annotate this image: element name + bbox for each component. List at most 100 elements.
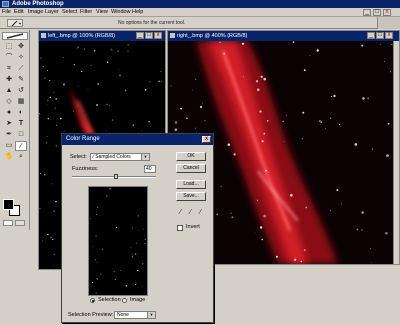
palette-well[interactable] bbox=[377, 17, 400, 29]
menu-image[interactable]: Image bbox=[28, 8, 43, 17]
hand-icon[interactable]: ✋ bbox=[3, 152, 15, 162]
star bbox=[55, 124, 58, 126]
document-icon bbox=[170, 33, 175, 39]
type-icon[interactable]: T bbox=[15, 119, 27, 129]
dialog-title[interactable]: Color Range bbox=[62, 134, 213, 145]
star bbox=[81, 70, 83, 73]
marquee-icon[interactable]: ⬚ bbox=[3, 42, 15, 52]
brush-icon[interactable]: ✎ bbox=[15, 75, 27, 85]
stamp-icon[interactable]: ▲ bbox=[3, 86, 15, 96]
star bbox=[302, 111, 305, 114]
eyedropper-plus-icon[interactable]: ⁄ bbox=[187, 209, 194, 217]
gradient-icon[interactable]: ▦ bbox=[15, 97, 27, 107]
blur-icon[interactable]: ● bbox=[3, 108, 15, 118]
star bbox=[361, 211, 364, 214]
image-radio[interactable] bbox=[122, 298, 127, 303]
select-dropdown[interactable]: ⁄ Sampled Colors ▼ bbox=[90, 153, 150, 161]
tool-preset-picker[interactable] bbox=[7, 19, 23, 27]
right-minimize-button[interactable]: _ bbox=[367, 32, 375, 39]
history-brush-icon[interactable]: ↺ bbox=[15, 86, 27, 96]
star bbox=[149, 81, 151, 83]
healing-icon[interactable]: ✚ bbox=[3, 75, 15, 85]
star bbox=[361, 44, 364, 47]
save-button[interactable]: Save... bbox=[176, 192, 206, 201]
vertical-scrollbar[interactable] bbox=[393, 41, 399, 264]
image-radio-label: Image bbox=[130, 297, 146, 303]
star bbox=[160, 80, 163, 82]
star bbox=[319, 120, 321, 122]
star bbox=[160, 70, 162, 72]
lasso-icon[interactable]: ⌒ bbox=[3, 53, 15, 63]
minimize-button[interactable]: _ bbox=[363, 9, 371, 16]
star bbox=[92, 282, 94, 284]
star bbox=[106, 195, 108, 197]
menu-filter[interactable]: Filter bbox=[80, 8, 92, 17]
dialog-close-button[interactable]: x bbox=[202, 136, 211, 143]
star bbox=[130, 246, 132, 248]
star bbox=[111, 119, 114, 121]
standard-mode-icon[interactable] bbox=[3, 220, 13, 226]
star bbox=[106, 129, 107, 131]
crop-icon[interactable]: ⌗ bbox=[3, 64, 15, 74]
zoom-icon[interactable]: ⌕ bbox=[15, 152, 27, 162]
star bbox=[199, 105, 203, 109]
fuzziness-slider-thumb[interactable] bbox=[114, 174, 118, 179]
star bbox=[263, 77, 267, 81]
star bbox=[117, 50, 119, 53]
foreground-color-swatch[interactable] bbox=[3, 199, 14, 210]
star bbox=[362, 97, 365, 100]
star bbox=[131, 256, 133, 258]
star bbox=[55, 200, 57, 203]
close-button[interactable]: x bbox=[383, 9, 391, 16]
eraser-icon[interactable]: ◇ bbox=[3, 97, 15, 107]
right-document-title-bar[interactable]: right_.bmp @ 400% (RGB/8) bbox=[168, 31, 399, 41]
left-close-button[interactable]: x bbox=[154, 32, 162, 39]
star bbox=[50, 236, 52, 238]
selection-preview-dropdown[interactable]: None ▼ bbox=[114, 311, 156, 319]
star bbox=[256, 88, 260, 91]
star bbox=[51, 183, 53, 185]
star bbox=[55, 145, 57, 147]
star bbox=[96, 262, 98, 264]
invert-checkbox[interactable] bbox=[177, 225, 183, 231]
shape-icon[interactable]: □ bbox=[15, 130, 27, 140]
slice-icon[interactable]: ⟋ bbox=[15, 64, 27, 74]
fuzziness-input[interactable]: 40 bbox=[144, 165, 156, 173]
menu-layer[interactable]: Layer bbox=[45, 8, 59, 17]
star bbox=[316, 49, 319, 52]
invert-label: Invert bbox=[186, 224, 200, 230]
cancel-button[interactable]: Cancel bbox=[176, 164, 206, 173]
eyedropper-minus-icon[interactable]: ⁄ bbox=[197, 209, 204, 217]
right-close-button[interactable]: x bbox=[385, 32, 393, 39]
star bbox=[95, 292, 97, 294]
path-select-icon[interactable]: ➤ bbox=[3, 119, 15, 129]
move-icon[interactable]: ✥ bbox=[15, 42, 27, 52]
dodge-icon[interactable]: ◐ bbox=[15, 108, 27, 118]
pen-icon[interactable]: ✒ bbox=[3, 130, 15, 140]
star bbox=[96, 104, 98, 106]
ok-button[interactable]: OK bbox=[176, 152, 206, 161]
notes-icon[interactable]: ▭ bbox=[3, 141, 15, 151]
selection-radio[interactable] bbox=[90, 298, 95, 303]
left-minimize-button[interactable]: _ bbox=[136, 32, 144, 39]
magic-wand-icon[interactable]: ✧ bbox=[15, 53, 27, 63]
options-bar: No options for the current tool. bbox=[0, 17, 400, 29]
eyedropper-icon[interactable]: ⁄ bbox=[177, 209, 184, 217]
maximize-button[interactable]: □ bbox=[373, 9, 381, 16]
star bbox=[305, 206, 308, 209]
star bbox=[231, 216, 234, 219]
menu-file[interactable]: File bbox=[2, 8, 11, 17]
left-maximize-button[interactable]: □ bbox=[145, 32, 153, 39]
quick-mask-icon[interactable] bbox=[15, 220, 25, 226]
menu-select[interactable]: Select bbox=[62, 8, 77, 17]
menu-window[interactable]: Window bbox=[111, 8, 131, 17]
menu-edit[interactable]: Edit bbox=[14, 8, 23, 17]
load-button[interactable]: Load... bbox=[176, 180, 206, 189]
right-maximize-button[interactable]: □ bbox=[376, 32, 384, 39]
menu-help[interactable]: Help bbox=[132, 8, 143, 17]
selection-preview-image[interactable] bbox=[88, 186, 148, 296]
menu-view[interactable]: View bbox=[96, 8, 108, 17]
star bbox=[216, 213, 218, 216]
star bbox=[53, 265, 55, 267]
eyedropper-icon[interactable]: ⁄ bbox=[15, 141, 27, 151]
